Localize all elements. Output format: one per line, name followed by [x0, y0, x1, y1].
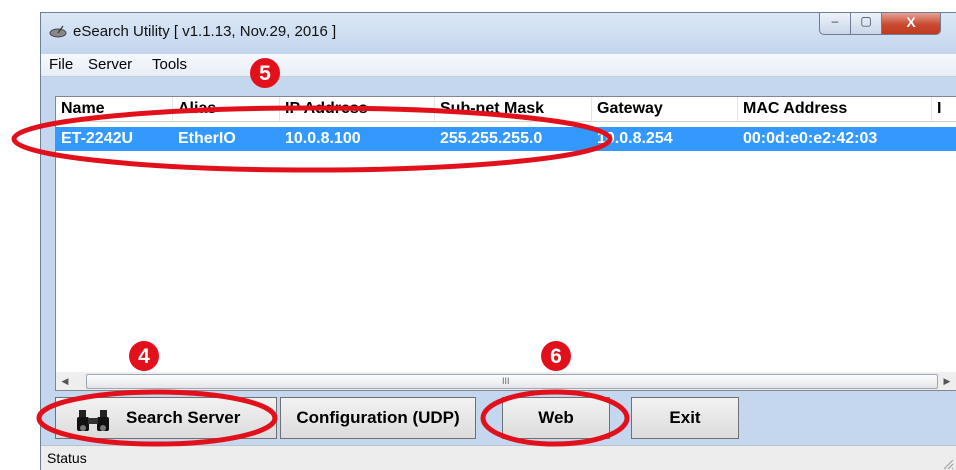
scroll-left-icon[interactable]: ◀	[56, 372, 74, 390]
menu-bar: File Server Tools	[41, 54, 956, 77]
close-button[interactable]: X	[881, 13, 941, 35]
app-window: eSearch Utility [ v1.1.13, Nov.29, 2016 …	[40, 12, 956, 470]
search-server-label: Search Server	[126, 408, 241, 427]
exit-label: Exit	[669, 408, 701, 427]
column-header-mask[interactable]: Sub-net Mask	[435, 97, 592, 121]
column-header-name[interactable]: Name	[56, 97, 173, 121]
status-text: Status	[47, 450, 87, 466]
minimize-icon: –	[831, 14, 839, 28]
resize-grip-icon[interactable]	[940, 456, 954, 470]
web-label: Web	[538, 408, 574, 427]
web-button[interactable]: Web	[502, 397, 610, 439]
search-server-button[interactable]: Search Server	[55, 397, 277, 439]
exit-button[interactable]: Exit	[631, 397, 739, 439]
column-header-ip[interactable]: IP Address	[280, 97, 435, 121]
horizontal-scrollbar[interactable]: ◀ III ▶	[55, 372, 956, 391]
column-header-gateway[interactable]: Gateway	[592, 97, 738, 121]
binoculars-icon	[77, 410, 109, 431]
satellite-dish-icon	[49, 25, 67, 38]
menu-file[interactable]: File	[49, 56, 73, 73]
configuration-udp-button[interactable]: Configuration (UDP)	[280, 397, 476, 439]
cell-mask: 255.255.255.0	[440, 130, 543, 147]
cell-name: ET-2242U	[61, 130, 134, 147]
minimize-button[interactable]: –	[819, 13, 851, 35]
menu-tools[interactable]: Tools	[152, 56, 187, 73]
scroll-thumb[interactable]: III	[86, 374, 938, 389]
cell-mac: 00:0d:e0:e2:42:03	[743, 130, 878, 147]
menu-server[interactable]: Server	[88, 56, 132, 73]
maximize-icon: ▢	[860, 14, 872, 28]
scroll-grip-icon: III	[502, 376, 510, 386]
server-list[interactable]: Name Alias IP Address Sub-net Mask Gatew…	[55, 96, 956, 374]
configuration-udp-label: Configuration (UDP)	[296, 408, 460, 427]
maximize-button[interactable]: ▢	[850, 13, 882, 35]
scroll-right-icon[interactable]: ▶	[938, 372, 956, 390]
window-title: eSearch Utility [ v1.1.13, Nov.29, 2016 …	[73, 23, 337, 40]
cell-ip: 10.0.8.100	[285, 130, 361, 147]
cell-gateway: 10.0.8.254	[597, 130, 673, 147]
list-header: Name Alias IP Address Sub-net Mask Gatew…	[56, 97, 956, 122]
column-header-mac[interactable]: MAC Address	[738, 97, 932, 121]
title-bar: eSearch Utility [ v1.1.13, Nov.29, 2016 …	[41, 13, 956, 53]
close-icon: X	[906, 14, 916, 30]
column-header-extra[interactable]: I	[932, 97, 956, 121]
status-bar: Status	[41, 445, 956, 470]
cell-alias: EtherIO	[178, 130, 236, 147]
table-row[interactable]: ET-2242U EtherIO 10.0.8.100 255.255.255.…	[56, 127, 956, 151]
column-header-alias[interactable]: Alias	[173, 97, 280, 121]
